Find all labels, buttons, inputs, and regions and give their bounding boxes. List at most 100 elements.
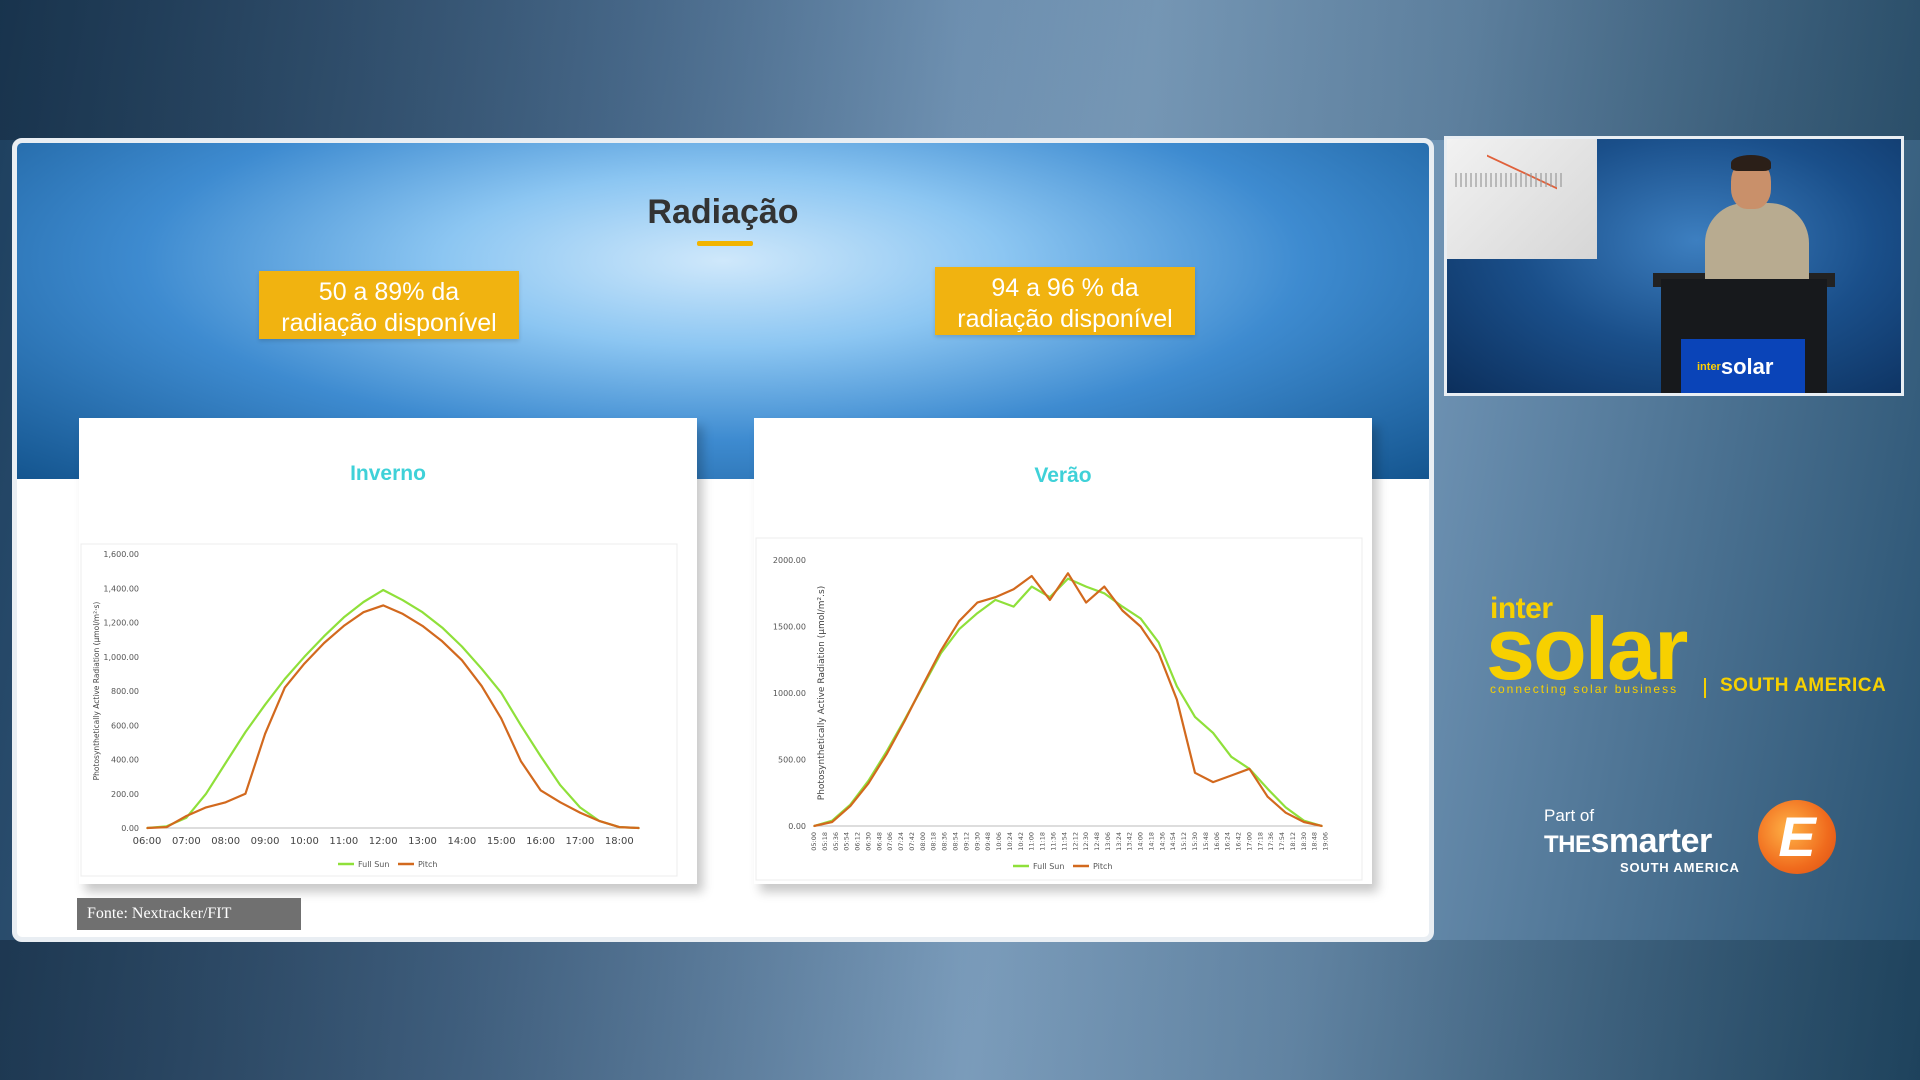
- x-tick-label: 13:24: [1115, 832, 1123, 851]
- data-point: [1157, 641, 1160, 644]
- data-point: [382, 604, 384, 607]
- slide-title: Radiação: [647, 193, 799, 231]
- data-point: [1284, 806, 1287, 809]
- data-point: [382, 589, 384, 591]
- data-point: [244, 792, 247, 795]
- x-tick-label: 17:54: [1278, 832, 1286, 851]
- title-underline: [697, 241, 753, 246]
- legend-label: Pitch: [418, 860, 437, 869]
- x-tick-label: 19:06: [1322, 832, 1330, 851]
- chart-panel-verao: Verão 0.00 500.00 1000.00 1500.00 2000.00 Pho…: [754, 418, 1372, 884]
- data-point: [343, 625, 345, 627]
- data-point: [441, 640, 444, 643]
- data-point: [1266, 795, 1269, 798]
- data-point: [1230, 774, 1233, 777]
- data-point: [1230, 756, 1233, 758]
- y-tick-label: 1,400.00: [103, 584, 139, 593]
- data-point: [1121, 605, 1124, 608]
- data-point: [362, 611, 365, 614]
- data-point: [224, 801, 227, 804]
- podium-logo: intersolar: [1681, 339, 1805, 393]
- x-tick-label: 05:54: [843, 832, 851, 851]
- y-tick-label: 1,600.00: [103, 550, 139, 559]
- y-tick-label: 500.00: [778, 756, 806, 765]
- data-point: [1176, 685, 1178, 688]
- x-tick-label: 14:18: [1147, 832, 1155, 851]
- data-point: [813, 825, 815, 827]
- data-point: [165, 826, 168, 828]
- data-point: [1085, 585, 1087, 588]
- data-point: [264, 703, 266, 706]
- chart-title-verao: Verão: [1034, 464, 1092, 487]
- data-point: [579, 806, 581, 809]
- x-tick-label: 11:18: [1039, 832, 1047, 851]
- data-point: [1212, 781, 1214, 783]
- x-tick-label: 16:00: [526, 836, 555, 847]
- data-point: [1067, 577, 1069, 580]
- data-point: [205, 792, 207, 795]
- data-point: [1303, 821, 1305, 823]
- intersolar-tagline: connecting solar business: [1490, 682, 1679, 696]
- data-point: [461, 645, 463, 648]
- data-point: [976, 612, 979, 614]
- x-tick-label: 12:48: [1093, 832, 1101, 851]
- data-point: [885, 753, 888, 755]
- data-point: [958, 620, 960, 622]
- brand-divider: [1704, 678, 1706, 698]
- x-tick-label: 08:36: [941, 832, 949, 851]
- data-point: [402, 599, 404, 602]
- data-point: [849, 805, 852, 807]
- data-point: [520, 760, 522, 763]
- data-point: [1139, 625, 1142, 628]
- series-line-full-sun: [813, 577, 1323, 828]
- y-tick-label: 1500.00: [773, 623, 806, 632]
- data-point: [421, 625, 424, 627]
- x-tick-label: 15:30: [1191, 832, 1199, 851]
- chart-title-inverno: Inverno: [350, 462, 426, 485]
- x-tick-label: 10:06: [995, 832, 1003, 851]
- data-point: [1085, 601, 1087, 604]
- data-point: [831, 821, 833, 823]
- series-line-full-sun: [146, 588, 640, 830]
- y-tick-label: 1000.00: [773, 689, 806, 698]
- x-tick-label: 16:24: [1224, 832, 1232, 851]
- the-smarter-e-region: SOUTH AMERICA: [1620, 860, 1740, 875]
- x-tick-label: 15:12: [1180, 832, 1188, 851]
- y-tick-label: 2000.00: [773, 556, 806, 565]
- x-tick-label: 07:00: [172, 836, 201, 847]
- data-point: [146, 827, 148, 829]
- x-tick-label: 16:42: [1235, 832, 1243, 851]
- y-tick-label: 0.00: [788, 822, 806, 831]
- video-background-screen: [1447, 139, 1597, 259]
- data-point: [539, 755, 542, 757]
- data-point: [1157, 652, 1160, 654]
- presentation-slide: Radiação 50 a 89% da radiação disponível…: [12, 138, 1434, 942]
- intersolar-region: SOUTH AMERICA: [1720, 675, 1887, 696]
- data-point: [1321, 825, 1323, 827]
- x-tick-label: 05:36: [832, 832, 840, 851]
- data-point: [441, 626, 444, 629]
- y-tick-label: 800.00: [111, 687, 139, 696]
- data-point: [1194, 772, 1196, 774]
- x-tick-label: 05:18: [821, 832, 829, 851]
- background-bottom-band: [0, 940, 1920, 1080]
- data-point: [520, 724, 522, 727]
- x-tick-label: 06:12: [854, 832, 862, 851]
- x-tick-label: 05:00: [810, 832, 818, 851]
- data-point: [922, 684, 924, 686]
- x-tick-label: 17:00: [1245, 832, 1253, 851]
- x-tick-label: 09:48: [984, 832, 992, 851]
- y-axis-label: Photosynthetically Active Radiation (μmo…: [92, 602, 101, 781]
- data-point: [303, 662, 306, 665]
- data-point: [1103, 585, 1106, 588]
- data-point: [264, 733, 266, 735]
- x-tick-label: 13:06: [1104, 832, 1112, 851]
- series-line-pitch: [146, 604, 640, 830]
- x-tick-label: 12:00: [369, 836, 398, 847]
- data-point: [1212, 732, 1214, 734]
- data-point: [224, 762, 227, 764]
- x-tick-label: 14:00: [447, 836, 476, 847]
- data-point: [362, 601, 365, 603]
- data-point: [244, 731, 247, 733]
- y-tick-label: 200.00: [111, 790, 139, 799]
